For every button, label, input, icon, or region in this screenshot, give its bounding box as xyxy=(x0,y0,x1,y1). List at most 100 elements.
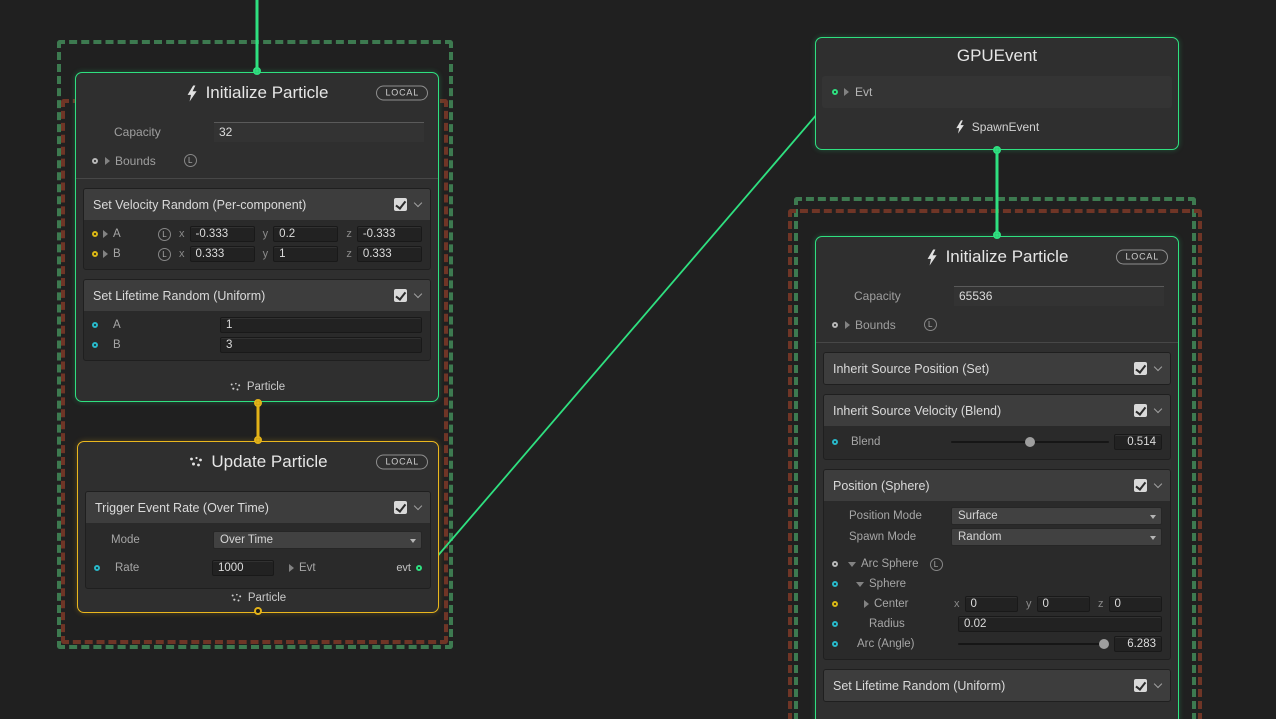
chevron-down-icon[interactable] xyxy=(1154,680,1162,688)
block-header[interactable]: Inherit Source Velocity (Blend) xyxy=(824,395,1170,426)
chevron-down-icon[interactable] xyxy=(414,290,422,298)
block-header[interactable]: Inherit Source Position (Set) xyxy=(824,353,1170,384)
radius-field[interactable]: 0.02 xyxy=(958,616,1162,632)
value-z-field[interactable]: -0.333 xyxy=(357,226,422,242)
divider xyxy=(816,342,1178,343)
bounds-port[interactable] xyxy=(832,322,838,328)
block-enabled-checkbox[interactable] xyxy=(1134,404,1147,417)
center-x-field[interactable]: 0 xyxy=(965,596,1019,612)
chevron-down-icon[interactable] xyxy=(1154,363,1162,371)
block-header[interactable]: Trigger Event Rate (Over Time) xyxy=(86,492,430,523)
block-enabled-checkbox[interactable] xyxy=(1134,679,1147,692)
block-set-lifetime-random[interactable]: Set Lifetime Random (Uniform) xyxy=(823,669,1171,702)
block-set-velocity-random[interactable]: Set Velocity Random (Per-component) A L … xyxy=(83,188,431,270)
value-field[interactable]: 3 xyxy=(220,337,422,353)
flow-port-update-in[interactable] xyxy=(254,436,262,444)
local-space-icon[interactable]: L xyxy=(930,558,943,571)
blend-value-field[interactable]: 0.514 xyxy=(1114,434,1162,450)
flow-port-left-initialize-out[interactable] xyxy=(254,399,262,407)
local-space-icon[interactable]: L xyxy=(184,154,197,167)
port-b[interactable] xyxy=(92,342,98,348)
block-trigger-event-rate[interactable]: Trigger Event Rate (Over Time) Mode Over… xyxy=(85,491,431,589)
value-y-field[interactable]: 0.2 xyxy=(273,226,338,242)
block-enabled-checkbox[interactable] xyxy=(1134,479,1147,492)
chevron-down-icon[interactable] xyxy=(414,199,422,207)
local-space-icon[interactable]: L xyxy=(158,248,171,261)
triangle-right-icon[interactable] xyxy=(864,600,869,608)
edge-evt-to-gpuevent[interactable] xyxy=(429,92,836,566)
arc-angle-value-field[interactable]: 6.283 xyxy=(1114,636,1162,652)
block-title: Position (Sphere) xyxy=(833,479,930,493)
block-enabled-checkbox[interactable] xyxy=(394,198,407,211)
block-inherit-source-velocity[interactable]: Inherit Source Velocity (Blend) Blend 0.… xyxy=(823,394,1171,460)
radius-port[interactable] xyxy=(832,621,838,627)
block-enabled-checkbox[interactable] xyxy=(394,289,407,302)
initialize-particle-context-left[interactable]: Initialize Particle LOCAL Capacity 32 Bo… xyxy=(75,72,439,402)
triangle-right-icon[interactable] xyxy=(289,564,294,572)
center-port[interactable] xyxy=(832,601,838,607)
center-z-field[interactable]: 0 xyxy=(1109,596,1163,612)
triangle-right-icon[interactable] xyxy=(105,157,110,165)
block-enabled-checkbox[interactable] xyxy=(394,501,407,514)
block-header[interactable]: Set Lifetime Random (Uniform) xyxy=(84,280,430,311)
port-a[interactable] xyxy=(92,231,98,237)
position-mode-dropdown[interactable]: Surface xyxy=(951,507,1162,525)
block-enabled-checkbox[interactable] xyxy=(1134,362,1147,375)
value-y-field[interactable]: 1 xyxy=(273,246,338,262)
local-space-icon[interactable]: L xyxy=(158,228,171,241)
triangle-right-icon[interactable] xyxy=(103,250,108,258)
arc-angle-port[interactable] xyxy=(832,641,838,647)
node-header[interactable]: Initialize Particle LOCAL xyxy=(76,73,438,113)
bounds-label: Bounds xyxy=(855,318,896,332)
arc-angle-slider[interactable] xyxy=(958,638,1109,650)
spawn-mode-row: Spawn Mode Random xyxy=(824,526,1170,547)
block-position-sphere[interactable]: Position (Sphere) Position Mode Surface … xyxy=(823,469,1171,660)
vfx-graph-canvas[interactable]: Initialize Particle LOCAL Capacity 32 Bo… xyxy=(0,0,1276,719)
bounds-port[interactable] xyxy=(92,158,98,164)
block-header[interactable]: Set Velocity Random (Per-component) xyxy=(84,189,430,220)
triangle-right-icon[interactable] xyxy=(845,321,850,329)
flow-port-right-initialize-in[interactable] xyxy=(993,231,1001,239)
triangle-right-icon[interactable] xyxy=(844,88,849,96)
capacity-field[interactable]: 65536 xyxy=(954,286,1164,306)
block-header[interactable]: Set Lifetime Random (Uniform) xyxy=(824,670,1170,701)
local-space-icon[interactable]: L xyxy=(924,318,937,331)
block-inherit-source-position[interactable]: Inherit Source Position (Set) xyxy=(823,352,1171,385)
initialize-particle-context-right[interactable]: Initialize Particle LOCAL Capacity 65536… xyxy=(815,236,1179,719)
flow-port-left-initialize-in[interactable] xyxy=(253,67,261,75)
value-field[interactable]: 1 xyxy=(220,317,422,333)
block-header[interactable]: Position (Sphere) xyxy=(824,470,1170,501)
chevron-down-icon[interactable] xyxy=(414,502,422,510)
foldout-open-icon[interactable] xyxy=(856,582,864,587)
value-x-field[interactable]: -0.333 xyxy=(190,226,255,242)
update-particle-context[interactable]: Update Particle LOCAL Trigger Event Rate… xyxy=(77,441,439,613)
flow-port-gpuevent-out[interactable] xyxy=(993,146,1001,154)
chevron-down-icon[interactable] xyxy=(1154,480,1162,488)
center-y-field[interactable]: 0 xyxy=(1037,596,1091,612)
value-x-field[interactable]: 0.333 xyxy=(190,246,255,262)
port-a[interactable] xyxy=(92,322,98,328)
flow-port-update-out[interactable] xyxy=(254,607,262,615)
spawn-mode-dropdown[interactable]: Random xyxy=(951,528,1162,546)
evt-output-port[interactable] xyxy=(416,565,422,571)
sphere-port[interactable] xyxy=(832,581,838,587)
blend-port[interactable] xyxy=(832,439,838,445)
foldout-open-icon[interactable] xyxy=(848,562,856,567)
rate-port[interactable] xyxy=(94,565,100,571)
rate-field[interactable]: 1000 xyxy=(212,560,274,576)
blend-slider[interactable] xyxy=(951,436,1109,448)
port-b[interactable] xyxy=(92,251,98,257)
value-z-field[interactable]: 0.333 xyxy=(357,246,422,262)
node-header[interactable]: Update Particle LOCAL xyxy=(78,442,438,482)
mode-dropdown[interactable]: Over Time xyxy=(213,531,422,549)
node-header[interactable]: Initialize Particle LOCAL xyxy=(816,237,1178,277)
triangle-right-icon[interactable] xyxy=(103,230,108,238)
block-set-lifetime-random[interactable]: Set Lifetime Random (Uniform) A 1 B 3 xyxy=(83,279,431,361)
evt-input-port[interactable] xyxy=(832,89,838,95)
arc-sphere-port[interactable] xyxy=(832,561,838,567)
lifetime-row-b: B 3 xyxy=(84,335,430,355)
gpuevent-context[interactable]: GPUEvent Evt SpawnEvent xyxy=(815,37,1179,150)
node-header[interactable]: GPUEvent xyxy=(816,38,1178,74)
capacity-field[interactable]: 32 xyxy=(214,122,424,142)
chevron-down-icon[interactable] xyxy=(1154,405,1162,413)
